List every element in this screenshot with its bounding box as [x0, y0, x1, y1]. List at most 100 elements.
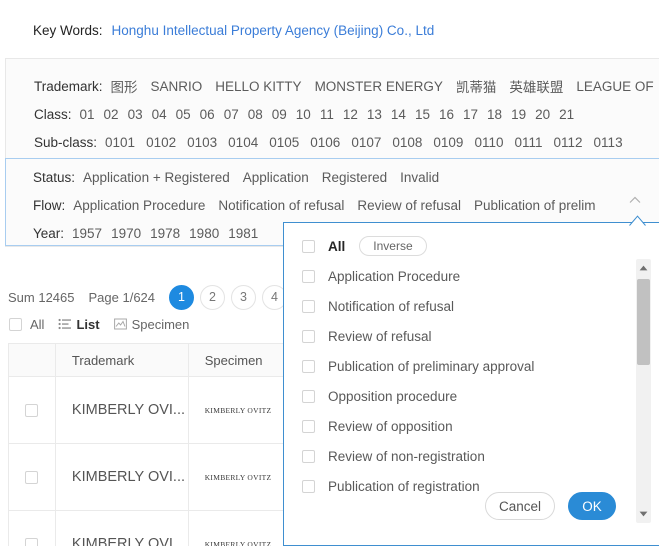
row-select-checkbox[interactable] [25, 470, 39, 484]
facet-option[interactable]: 0101 [105, 135, 135, 150]
facet-option[interactable]: 1957 [72, 226, 102, 241]
facet-option[interactable]: 04 [152, 107, 167, 122]
option-label: Publication of preliminary approval [328, 358, 535, 374]
scrollbar-thumb[interactable] [637, 279, 650, 365]
row-checkbox-cell [9, 444, 56, 510]
facet-option[interactable]: Registered [322, 170, 387, 185]
facet-option[interactable]: 0107 [351, 135, 381, 150]
facet-option[interactable]: 0108 [392, 135, 422, 150]
view-mode-list[interactable]: List [58, 316, 100, 332]
facet-option[interactable]: 图形 [111, 76, 138, 96]
facet-option[interactable]: 1981 [228, 226, 258, 241]
facet-option[interactable]: 英雄联盟 [509, 76, 563, 96]
facet-option[interactable]: Application Procedure [73, 198, 205, 213]
facet-option[interactable]: 06 [200, 107, 215, 122]
scroll-up-arrow-icon[interactable] [636, 261, 651, 275]
pagination: 1 2 3 4 [169, 284, 293, 310]
facet-option[interactable]: Review of refusal [357, 198, 461, 213]
trademark-name[interactable]: KIMBERLY OVI... [72, 536, 185, 546]
ok-button[interactable]: OK [568, 492, 616, 520]
facet-label-status: Status: [33, 169, 76, 185]
facet-option[interactable]: 0104 [228, 135, 258, 150]
facet-option[interactable]: HELLO KITTY [215, 79, 301, 94]
facet-option[interactable]: 21 [559, 107, 574, 122]
cancel-button[interactable]: Cancel [485, 492, 555, 520]
select-all-checkbox[interactable] [9, 317, 22, 331]
option-review-of-refusal[interactable]: Review of refusal [302, 321, 628, 351]
facet-option[interactable]: 17 [463, 107, 478, 122]
facet-option[interactable]: 14 [391, 107, 406, 122]
trademark-name[interactable]: KIMBERLY OVI... [72, 469, 185, 485]
facet-option[interactable]: Publication of prelim [474, 198, 596, 213]
facet-option[interactable]: 05 [176, 107, 191, 122]
facet-option[interactable]: 0103 [187, 135, 217, 150]
trademark-name[interactable]: KIMBERLY OVI... [72, 402, 185, 418]
facet-option[interactable]: Application + Registered [83, 170, 230, 185]
facet-option[interactable]: 02 [104, 107, 119, 122]
option-publication-of-preliminary-approval[interactable]: Publication of preliminary approval [302, 351, 628, 381]
facet-option[interactable]: Notification of refusal [218, 198, 344, 213]
option-select-all[interactable]: All Inverse [302, 231, 628, 261]
facet-option[interactable]: SANRIO [151, 79, 203, 94]
option-review-of-non-registration[interactable]: Review of non-registration [302, 441, 628, 471]
option-application-procedure[interactable]: Application Procedure [302, 261, 628, 291]
facet-option[interactable]: 0105 [269, 135, 299, 150]
option-checkbox[interactable] [302, 299, 315, 313]
option-all-checkbox[interactable] [302, 239, 315, 253]
facet-option[interactable]: MONSTER ENERGY [315, 79, 443, 94]
facet-option[interactable]: 0111 [514, 135, 542, 150]
facet-option[interactable]: 1970 [111, 226, 141, 241]
facet-option[interactable]: 0102 [146, 135, 176, 150]
facet-option[interactable]: 1980 [189, 226, 219, 241]
facet-option[interactable]: 12 [343, 107, 358, 122]
option-notification-of-refusal[interactable]: Notification of refusal [302, 291, 628, 321]
facet-option[interactable]: 13 [367, 107, 382, 122]
facet-option[interactable]: LEAGUE OF [576, 79, 653, 94]
facet-option[interactable]: 凯蒂猫 [456, 76, 497, 96]
facet-option[interactable]: 01 [80, 107, 95, 122]
result-count: Sum 12465 [8, 289, 75, 305]
facet-option[interactable]: 03 [128, 107, 143, 122]
option-checkbox[interactable] [302, 329, 315, 343]
facet-option[interactable]: 10 [296, 107, 311, 122]
facet-row-subclass: Sub-class: 0101 0102 0103 0104 0105 0106… [6, 128, 659, 156]
facet-option[interactable]: 08 [248, 107, 263, 122]
facet-option[interactable]: Application [243, 170, 309, 185]
option-checkbox[interactable] [302, 359, 315, 373]
option-checkbox[interactable] [302, 449, 315, 463]
keywords-value[interactable]: Honghu Intellectual Property Agency (Bei… [112, 23, 435, 38]
facet-option[interactable]: 16 [439, 107, 454, 122]
facet-option[interactable]: 07 [224, 107, 239, 122]
row-select-checkbox[interactable] [25, 537, 39, 546]
inverse-button[interactable]: Inverse [359, 236, 427, 256]
facet-option[interactable]: 09 [272, 107, 287, 122]
chevron-up-icon[interactable] [628, 193, 642, 207]
popup-scrollbar[interactable] [636, 259, 651, 523]
facet-option[interactable]: 0110 [474, 135, 503, 150]
facet-option[interactable]: 1978 [150, 226, 180, 241]
facet-option[interactable]: 20 [535, 107, 550, 122]
view-mode-specimen[interactable]: Specimen [113, 317, 189, 332]
facet-option[interactable]: 0109 [433, 135, 463, 150]
row-select-checkbox[interactable] [25, 403, 39, 417]
option-opposition-procedure[interactable]: Opposition procedure [302, 381, 628, 411]
page-button-1[interactable]: 1 [169, 284, 195, 310]
view-mode-list-label: List [76, 316, 100, 332]
facet-items-subclass: 0101 0102 0103 0104 0105 0106 0107 0108 … [105, 135, 634, 150]
option-checkbox[interactable] [302, 419, 315, 433]
flow-option-list: All Inverse Application Procedure Notifi… [284, 231, 628, 501]
option-checkbox[interactable] [302, 479, 315, 493]
option-checkbox[interactable] [302, 389, 315, 403]
option-review-of-opposition[interactable]: Review of opposition [302, 411, 628, 441]
facet-option[interactable]: 15 [415, 107, 430, 122]
page-button-2[interactable]: 2 [200, 284, 226, 310]
facet-option[interactable]: 0113 [594, 135, 623, 150]
option-checkbox[interactable] [302, 269, 315, 283]
facet-option[interactable]: 19 [511, 107, 526, 122]
facet-option[interactable]: Invalid [400, 170, 439, 185]
facet-option[interactable]: 11 [320, 107, 334, 122]
facet-option[interactable]: 0112 [554, 135, 583, 150]
facet-option[interactable]: 0106 [310, 135, 340, 150]
facet-option[interactable]: 18 [487, 107, 502, 122]
page-button-3[interactable]: 3 [231, 284, 257, 310]
